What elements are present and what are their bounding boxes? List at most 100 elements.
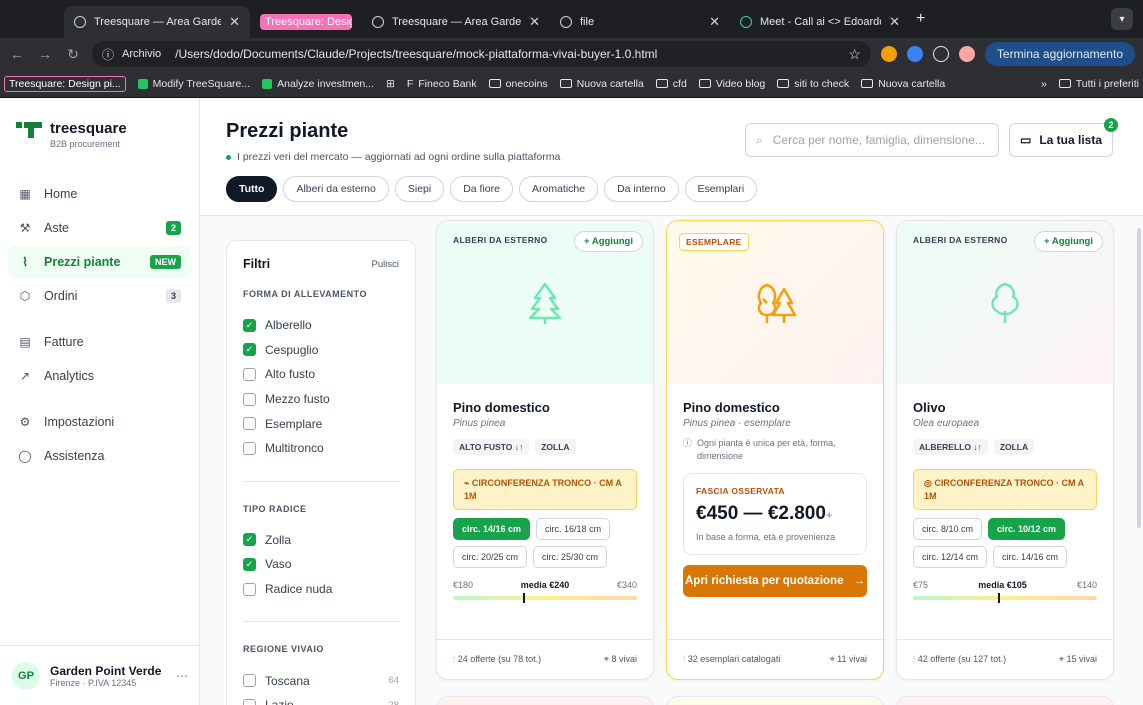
filter-option[interactable]: Esemplare (243, 411, 399, 436)
bookmark[interactable]: Video blog (698, 78, 765, 90)
form-tag[interactable]: ALTO FUSTO ↓↑ (453, 439, 530, 455)
chip-tutto[interactable]: Tutto (226, 176, 278, 202)
filter-option[interactable]: ✓ Alberello (243, 313, 399, 338)
filter-option[interactable]: Radice nuda (243, 577, 399, 602)
sidebar-item-prezzi-piante[interactable]: ⌇ Prezzi piante NEW (8, 246, 191, 278)
filter-option[interactable]: Lazio28 (243, 693, 399, 705)
puzzle-icon[interactable] (932, 46, 949, 62)
bookmark[interactable]: Nuova cartella (559, 78, 644, 90)
extension-icon[interactable] (906, 46, 923, 62)
bookmark[interactable]: Treesquare: Design pi... (4, 75, 126, 92)
filters-panel: Filtri Pulisci FORMA DI ALLEVAMENTO ✓ Albe… (226, 240, 416, 705)
filter-option[interactable]: Alto fusto (243, 362, 399, 387)
forward-icon[interactable]: → (36, 46, 54, 62)
address-bar[interactable]: ⓘ Archivio /Users/dodo/Documents/Claude/… (92, 41, 871, 67)
checkbox[interactable] (243, 582, 256, 596)
bookmark-star-icon[interactable]: ☆ (848, 46, 861, 63)
size-option[interactable]: circ. 12/14 cm (913, 546, 988, 569)
search-input[interactable]: ⌕ Cerca per nome, famiglia, dimensione..… (745, 123, 999, 157)
chip-siepi[interactable]: Siepi (394, 176, 445, 202)
add-button[interactable]: + Aggiungi (1034, 231, 1103, 252)
checkbox[interactable] (243, 698, 256, 705)
size-option[interactable]: circ. 16/18 cm (536, 518, 611, 541)
clear-filters-button[interactable]: Pulisci (372, 259, 399, 270)
filter-option[interactable]: ✓ Vaso (243, 552, 399, 577)
browser-tab[interactable]: Treesquare — Area Garden Po✕ (64, 6, 250, 38)
bookmark[interactable]: Modify TreeSquare... (137, 78, 250, 90)
size-option[interactable]: circ. 10/12 cm (988, 518, 1066, 541)
more-bookmarks-icon[interactable]: » (1041, 78, 1047, 90)
close-icon[interactable]: ✕ (889, 14, 900, 30)
bookmark[interactable]: cfd (655, 78, 687, 90)
checkbox[interactable]: ✓ (243, 533, 256, 547)
apps-icon[interactable]: ⊞ (386, 78, 395, 90)
browser-tab[interactable]: Treesquare — Area Garden Po✕ (362, 6, 550, 38)
browser-tab[interactable]: file ✕ (550, 6, 730, 38)
checkbox[interactable]: ✓ (243, 318, 256, 332)
reload-icon[interactable]: ↻ (64, 46, 82, 63)
size-option[interactable]: circ. 25/30 cm (533, 546, 608, 569)
product-card[interactable]: ALBERI DA ESTERNO + Aggiungi Olivo Olea … (896, 220, 1114, 680)
chip-alberi-da-esterno[interactable]: Alberi da esterno (283, 176, 389, 202)
browser-tab[interactable]: Treesquare: Design (250, 6, 362, 38)
close-icon[interactable]: ✕ (229, 14, 240, 30)
form-tag[interactable]: ALBERELLO ↓↑ (913, 439, 988, 455)
checkbox[interactable] (243, 367, 256, 381)
checkbox[interactable] (243, 392, 256, 406)
bookmark[interactable]: Analyze investmen... (262, 78, 374, 90)
category-label: ESEMPLARE (679, 233, 749, 251)
filter-option[interactable]: Toscana 64 (243, 668, 399, 693)
add-button[interactable]: + Aggiungi (574, 231, 643, 252)
bookmark[interactable]: Tutti i preferiti (1058, 78, 1139, 90)
size-option[interactable]: circ. 14/16 cm (993, 546, 1068, 569)
sidebar-item-impostazioni[interactable]: ⚙ Impostazioni (8, 406, 191, 438)
checkbox[interactable]: ✓ (243, 343, 256, 357)
size-option[interactable]: circ. 8/10 cm (913, 518, 983, 541)
chip-da-interno[interactable]: Da interno (604, 176, 679, 202)
product-card[interactable]: ALBERI DA ESTERNO + Aggiungi Pino domest… (436, 220, 654, 680)
filter-option[interactable]: ✓ Cespuglio (243, 338, 399, 363)
sidebar-item-aste[interactable]: ⚒ Aste 2 (8, 212, 191, 244)
filter-option[interactable]: Mezzo fusto (243, 387, 399, 412)
back-icon[interactable]: ← (8, 46, 26, 62)
bookmark[interactable]: F Fineco Bank (407, 78, 477, 90)
new-tab-icon[interactable]: + (916, 10, 925, 28)
profile-avatar[interactable] (958, 46, 975, 62)
extension-icon[interactable] (880, 46, 897, 62)
request-quote-button[interactable]: Apri richiesta per quotazione → (683, 564, 867, 597)
sidebar-item-fatture[interactable]: ▤ Fatture (8, 326, 191, 358)
user-profile[interactable]: GP Garden Point Verde Firenze · P.IVA 12… (0, 645, 200, 705)
bookmark[interactable]: siti to check (777, 78, 849, 90)
scrollbar[interactable] (1137, 228, 1141, 528)
size-option[interactable]: circ. 14/16 cm (453, 518, 531, 541)
sidebar-item-ordini[interactable]: ⬡ Ordini 3 (8, 280, 191, 312)
checkbox[interactable] (243, 417, 256, 431)
scientific-name: Olea europaea (913, 418, 980, 429)
checkbox[interactable]: ✓ (243, 557, 256, 571)
min-price: €180 (453, 580, 474, 591)
more-icon[interactable]: ⋯ (176, 669, 188, 683)
sidebar-item-analytics[interactable]: ↗ Analytics (8, 360, 191, 392)
tab-search-icon[interactable]: ▾ (1111, 8, 1133, 30)
bookmark[interactable]: onecoins (488, 78, 548, 90)
brand[interactable]: treesquare B2B procurement (0, 98, 199, 168)
checkbox[interactable] (243, 674, 256, 688)
update-button[interactable]: Termina aggiornamento (984, 42, 1135, 66)
card-hero: ESEMPLARE (667, 221, 883, 384)
close-icon[interactable]: ✕ (709, 14, 720, 30)
browser-tab[interactable]: Meet - Call ai <> Edoardo ✕ (730, 6, 910, 38)
checkbox[interactable] (243, 441, 256, 455)
filter-option[interactable]: Multitronco (243, 436, 399, 461)
sidebar-item-assistenza[interactable]: ◯ Assistenza (8, 440, 191, 472)
chip-aromatiche[interactable]: Aromatiche (518, 176, 599, 202)
sidebar-item-home[interactable]: ▦ Home (8, 178, 191, 210)
product-card[interactable]: ESEMPLARE Pino domestico Pinus pinea · e… (666, 220, 884, 680)
bookmark[interactable]: Nuova cartella (861, 78, 945, 90)
your-list-button[interactable]: ▭ La tua lista 2 (1009, 118, 1118, 157)
filter-option[interactable]: ✓ Zolla (243, 528, 399, 553)
close-icon[interactable]: ✕ (529, 14, 540, 30)
size-option[interactable]: circ. 20/25 cm (453, 546, 528, 569)
chip-da-fiore[interactable]: Da fiore (450, 176, 513, 202)
chip-esemplari[interactable]: Esemplari (684, 176, 758, 202)
avatar: GP (12, 661, 40, 690)
